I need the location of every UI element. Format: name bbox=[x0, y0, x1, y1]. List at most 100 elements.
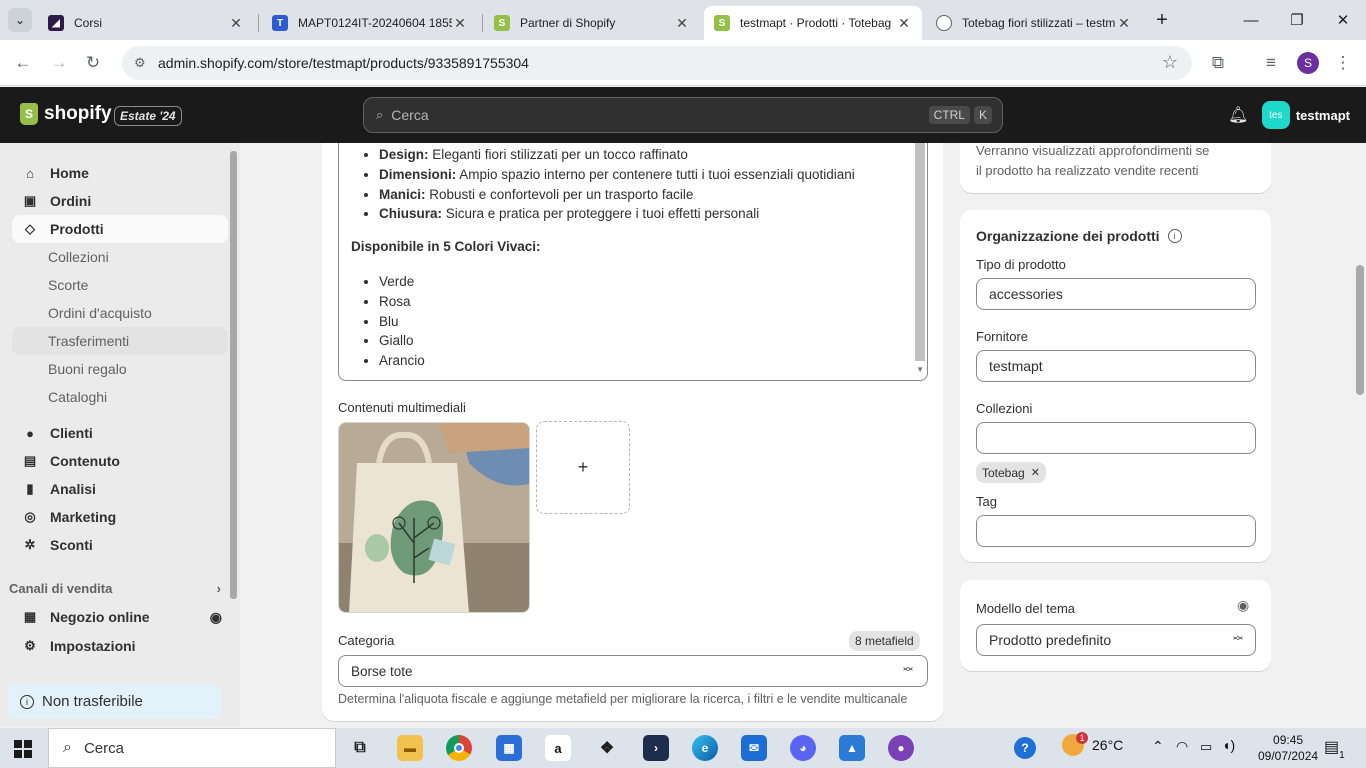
editor-scrollbar[interactable] bbox=[915, 143, 925, 361]
sidebar-item-purchase-orders[interactable]: Ordini d'acquisto bbox=[12, 299, 228, 327]
file-explorer-icon[interactable]: ▬ bbox=[397, 735, 423, 761]
sidebar-item-inventory[interactable]: Scorte bbox=[12, 271, 228, 299]
product-type-input[interactable]: accessories bbox=[976, 278, 1256, 310]
minimize-button[interactable]: — bbox=[1228, 0, 1274, 40]
target-icon: ◎ bbox=[24, 509, 36, 524]
close-icon[interactable]: ✕ bbox=[674, 15, 690, 32]
add-media-button[interactable]: + bbox=[536, 421, 630, 514]
new-tab-button[interactable]: + bbox=[1150, 8, 1174, 32]
tab-search-button[interactable]: ⌄ bbox=[8, 8, 32, 32]
tag-input[interactable] bbox=[976, 515, 1256, 547]
tag-label: Tag bbox=[976, 494, 997, 509]
browser-tab-active[interactable]: S testmapt · Prodotti · Totebag ✕ bbox=[704, 6, 922, 40]
product-image[interactable] bbox=[338, 422, 530, 613]
sidebar-item-collections[interactable]: Collezioni bbox=[12, 243, 228, 271]
sidebar-item-analytics[interactable]: ▮ Analisi bbox=[12, 475, 228, 503]
collections-input[interactable] bbox=[976, 422, 1256, 454]
remove-tag-icon[interactable]: ✕ bbox=[1031, 466, 1040, 479]
chrome-icon[interactable] bbox=[446, 735, 472, 761]
search-input[interactable]: ⌕ Cerca CTRL K bbox=[363, 97, 1003, 133]
sidebar-item-transfers[interactable]: Trasferimenti bbox=[12, 327, 228, 355]
page-scrollbar-thumb[interactable] bbox=[1356, 265, 1364, 395]
task-view-icon[interactable]: ⧉ bbox=[347, 735, 373, 761]
photos-icon[interactable]: ▲ bbox=[839, 735, 865, 761]
sidebar-item-customers[interactable]: ● Clienti bbox=[12, 419, 228, 447]
github-icon[interactable]: ● bbox=[888, 735, 914, 761]
edition-badge[interactable]: Estate '24 bbox=[114, 106, 182, 126]
extensions-icon[interactable]: ⧉ bbox=[1203, 48, 1233, 78]
sidebar-item-discounts[interactable]: ✲ Sconti bbox=[12, 531, 228, 559]
eye-icon[interactable]: ◉ bbox=[1237, 597, 1249, 614]
amazon-icon[interactable]: a bbox=[545, 735, 571, 761]
inbox-icon: ▣ bbox=[23, 193, 37, 208]
close-window-button[interactable]: ✕ bbox=[1320, 0, 1366, 40]
category-label: Categoria bbox=[338, 633, 395, 648]
discord-icon[interactable]: ◕ bbox=[790, 735, 816, 761]
help-icon[interactable]: ? bbox=[1014, 737, 1036, 759]
notifications-bell-icon[interactable]: 🔔︎ bbox=[1228, 105, 1248, 125]
category-select[interactable]: Borse tote ︿ ﹀ bbox=[338, 655, 928, 687]
page-scrollbar[interactable] bbox=[1354, 143, 1366, 728]
browser-tab[interactable]: ◢ Corsi ✕ bbox=[38, 6, 254, 40]
powershell-icon[interactable]: › bbox=[643, 735, 669, 761]
site-info-icon[interactable]: ⚙ bbox=[134, 55, 146, 71]
sidebar-item-online-store[interactable]: ▦ Negozio online ◉ bbox=[12, 603, 228, 631]
metafield-badge[interactable]: 8 metafield bbox=[849, 631, 920, 651]
mail-icon[interactable]: ✉ bbox=[741, 735, 767, 761]
browser-tab[interactable]: S Partner di Shopify ✕ bbox=[484, 6, 700, 40]
sales-channels-header[interactable]: Canali di vendita › bbox=[9, 581, 221, 596]
weather-widget[interactable]: 1 26°C bbox=[1062, 732, 1123, 756]
vendor-input[interactable]: testmapt bbox=[976, 350, 1256, 382]
edge-icon[interactable]: e bbox=[692, 735, 718, 761]
browser-tab[interactable]: T MAPT0124IT-20240604 1855 ✕ bbox=[262, 6, 478, 40]
taskbar-search-input[interactable]: ⌕ Cerca bbox=[48, 728, 336, 768]
wifi-icon[interactable]: ◠ bbox=[1176, 738, 1188, 755]
sidebar-item-marketing[interactable]: ◎ Marketing bbox=[12, 503, 228, 531]
feature-item: Design: Eleganti fiori stilizzati per un… bbox=[379, 145, 899, 165]
restore-button[interactable]: ❐ bbox=[1274, 0, 1320, 40]
store-menu[interactable]: tes testmapt bbox=[1261, 101, 1350, 129]
description-editor[interactable]: Design: Eleganti fiori stilizzati per un… bbox=[338, 143, 928, 381]
back-arrow-icon[interactable]: ← bbox=[8, 48, 38, 78]
sidebar-scrollbar[interactable] bbox=[230, 151, 237, 599]
non-transferable-banner[interactable]: i Non trasferibile bbox=[8, 684, 221, 719]
microsoft-store-icon[interactable]: ▦ bbox=[496, 735, 522, 761]
windows-start-icon[interactable] bbox=[14, 740, 32, 758]
address-bar[interactable]: ⚙ admin.shopify.com/store/testmapt/produ… bbox=[122, 46, 1192, 80]
eye-icon[interactable]: ◉ bbox=[210, 609, 222, 626]
notification-center-icon[interactable]: ▤1 bbox=[1324, 737, 1345, 761]
sidebar-item-content[interactable]: ▤ Contenuto bbox=[12, 447, 228, 475]
tab-title: Corsi bbox=[74, 16, 103, 30]
close-icon[interactable]: ✕ bbox=[452, 15, 468, 32]
tote-bag-photo bbox=[339, 423, 529, 612]
dropbox-icon[interactable]: ❖ bbox=[594, 735, 620, 761]
sidebar-item-gift-cards[interactable]: Buoni regalo bbox=[12, 355, 228, 383]
shopify-logo[interactable]: S shopify bbox=[20, 103, 112, 125]
profile-avatar[interactable]: S bbox=[1297, 52, 1319, 74]
search-icon: ⌕ bbox=[376, 107, 384, 122]
browser-menu-icon[interactable]: ⋮ bbox=[1328, 48, 1358, 78]
media-control-icon[interactable]: ≡ bbox=[1256, 48, 1286, 78]
chevron-right-icon: › bbox=[216, 581, 221, 596]
close-icon[interactable]: ✕ bbox=[896, 15, 912, 32]
chevron-up-icon[interactable]: ⌃ bbox=[1152, 738, 1164, 755]
sidebar-item-settings[interactable]: ⚙ Impostazioni bbox=[12, 632, 228, 660]
sidebar-item-catalogs[interactable]: Cataloghi bbox=[12, 383, 228, 411]
reload-icon[interactable]: ↻ bbox=[78, 48, 108, 78]
windows-taskbar: ⌕ Cerca ⧉ ▬ ▦ a ❖ › e ✉ ◕ ▲ ● ? 1 26°C ⌃… bbox=[0, 728, 1366, 768]
volume-icon[interactable]: ◖) bbox=[1222, 737, 1235, 753]
chevron-down-icon[interactable]: ▼ bbox=[916, 365, 924, 374]
sidebar-item-products[interactable]: ◇ Prodotti bbox=[12, 215, 228, 243]
browser-tab[interactable]: Totebag fiori stilizzati – testm ✕ bbox=[926, 6, 1142, 40]
info-icon[interactable]: i bbox=[1167, 229, 1182, 243]
battery-icon[interactable]: ▭ bbox=[1200, 739, 1212, 755]
clock[interactable]: 09:45 09/07/2024 bbox=[1258, 732, 1318, 764]
close-icon[interactable]: ✕ bbox=[1116, 15, 1132, 32]
close-icon[interactable]: ✕ bbox=[228, 15, 244, 32]
sidebar-item-home[interactable]: ⌂ Home bbox=[12, 159, 228, 187]
bookmark-star-icon[interactable]: ☆ bbox=[1162, 52, 1178, 73]
forward-arrow-icon[interactable]: → bbox=[44, 48, 74, 78]
theme-template-select[interactable]: Prodotto predefinito ︿ ﹀ bbox=[976, 624, 1256, 656]
insights-text: Verranno visualizzati approfondimenti se… bbox=[976, 143, 1210, 178]
sidebar-item-orders[interactable]: ▣ Ordini bbox=[12, 187, 228, 215]
